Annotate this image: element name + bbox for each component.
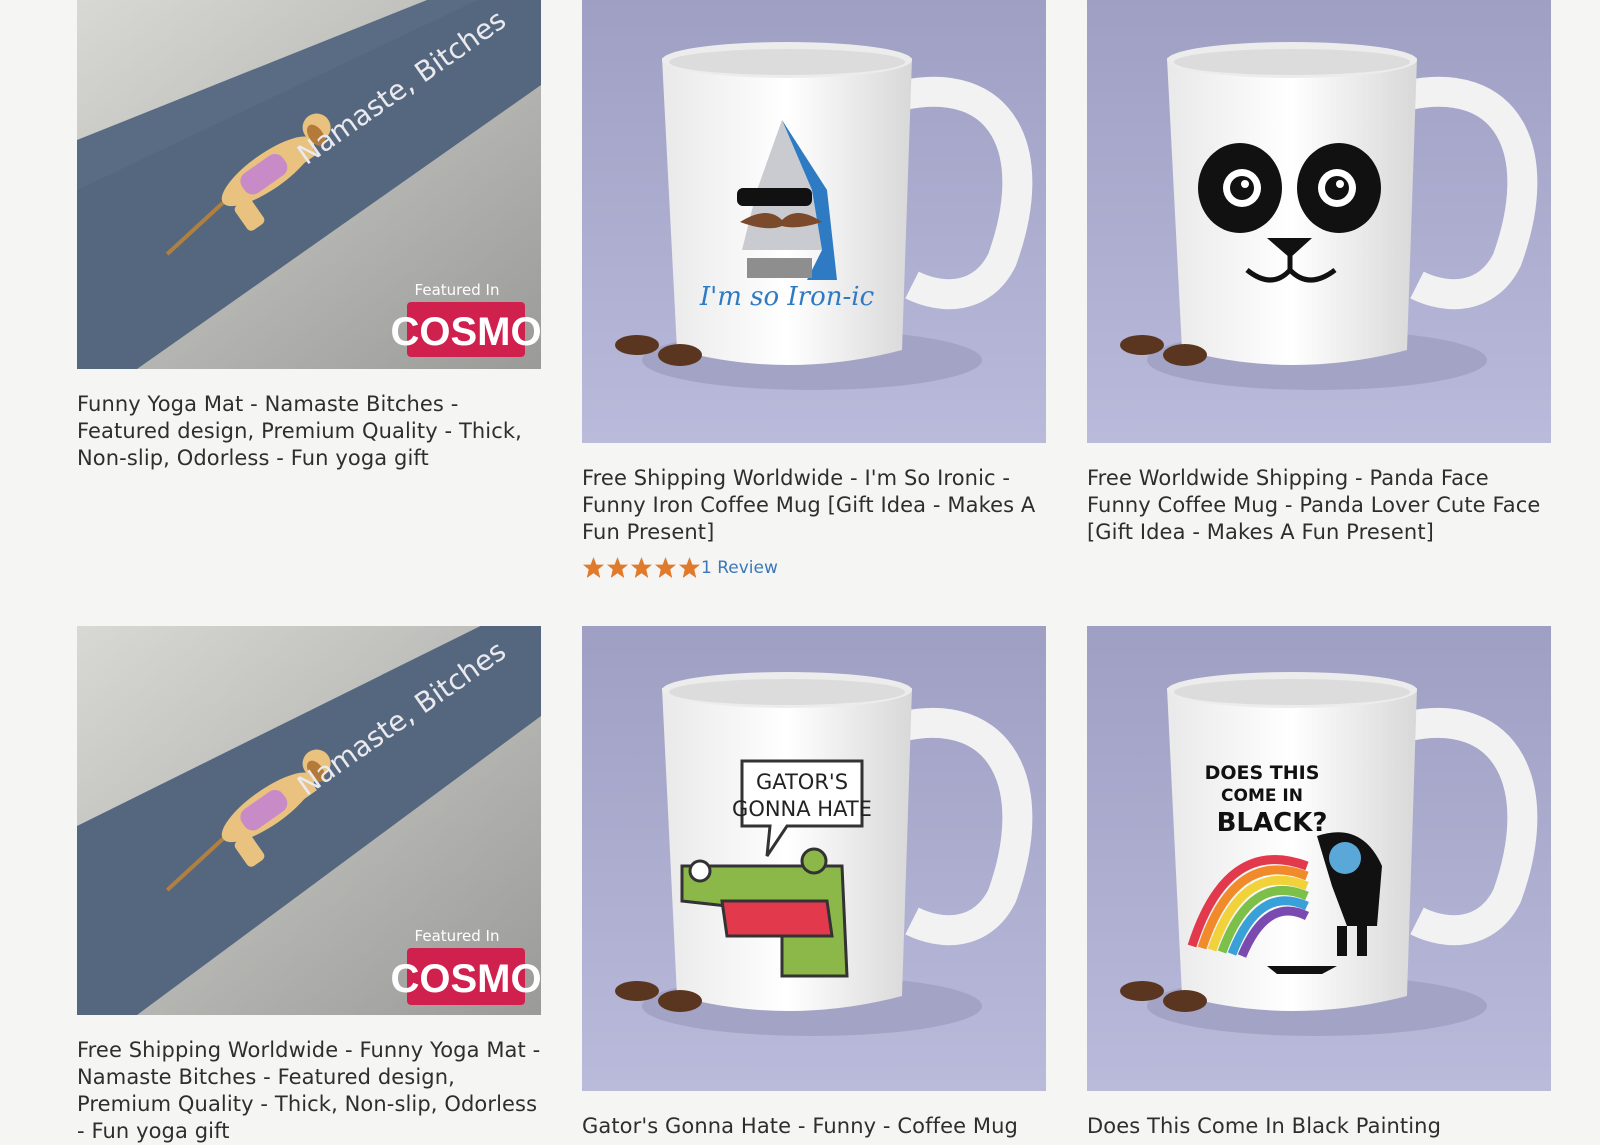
badge-featured: Featured In — [415, 927, 500, 945]
mug-text-line-3: BLACK? — [1217, 808, 1328, 838]
star-icon — [582, 556, 605, 579]
badge-brand: COSMO — [390, 957, 541, 1001]
mug-text-line-2: COME IN — [1221, 786, 1303, 806]
product-grid-row-2: Namaste, Bitches Featured In COSMO Free … — [77, 626, 1552, 1145]
product-image[interactable]: Namaste, Bitches Featured In COSMO — [77, 626, 541, 1015]
product-title[interactable]: Does This Come In Black Painting — [1087, 1113, 1551, 1140]
mug-text-line-1: DOES THIS — [1205, 762, 1320, 784]
star-icon — [654, 556, 677, 579]
product-image[interactable]: DOES THIS COME IN BLACK? — [1087, 626, 1551, 1091]
star-icon — [630, 556, 653, 579]
product-title[interactable]: Free Shipping Worldwide - I'm So Ironic … — [582, 465, 1046, 546]
product-rating[interactable]: 1 Review — [582, 556, 1046, 579]
product-title[interactable]: Funny Yoga Mat - Namaste Bitches - Featu… — [77, 391, 541, 472]
product-title[interactable]: Gator's Gonna Hate - Funny - Coffee Mug — [582, 1113, 1046, 1140]
product-card-ironic-mug[interactable]: I'm so Iron-ic Free Shipping Worldwide -… — [582, 0, 1046, 579]
star-icon — [678, 556, 701, 579]
product-grid-row-1: Namaste, Bitches Featured In COSMO Funny… — [77, 0, 1552, 579]
star-icon — [606, 556, 629, 579]
bubble-line-2: GONNA HATE — [732, 797, 872, 821]
product-card-yoga-mat[interactable]: Namaste, Bitches Featured In COSMO Funny… — [77, 0, 541, 579]
product-image[interactable]: Namaste, Bitches Featured In COSMO — [77, 0, 541, 369]
product-card-yoga-mat-free-shipping[interactable]: Namaste, Bitches Featured In COSMO Free … — [77, 626, 541, 1145]
badge-brand: COSMO — [390, 310, 541, 354]
product-image[interactable]: GATOR'S GONNA HATE — [582, 626, 1046, 1091]
product-card-black-painting-mug[interactable]: DOES THIS COME IN BLACK? Does This Come … — [1087, 626, 1551, 1145]
product-image[interactable] — [1087, 0, 1551, 443]
product-card-panda-mug[interactable]: Free Worldwide Shipping - Panda Face Fun… — [1087, 0, 1551, 579]
review-link[interactable]: 1 Review — [701, 558, 778, 578]
badge-featured: Featured In — [415, 281, 500, 299]
mug-text: I'm so Iron-ic — [699, 282, 875, 312]
bubble-line-1: GATOR'S — [756, 770, 848, 794]
star-rating — [582, 556, 701, 579]
product-image[interactable]: I'm so Iron-ic — [582, 0, 1046, 443]
product-title[interactable]: Free Worldwide Shipping - Panda Face Fun… — [1087, 465, 1551, 546]
product-card-gator-mug[interactable]: GATOR'S GONNA HATE Gator's Gonna Hate - … — [582, 626, 1046, 1145]
product-title[interactable]: Free Shipping Worldwide - Funny Yoga Mat… — [77, 1037, 541, 1145]
